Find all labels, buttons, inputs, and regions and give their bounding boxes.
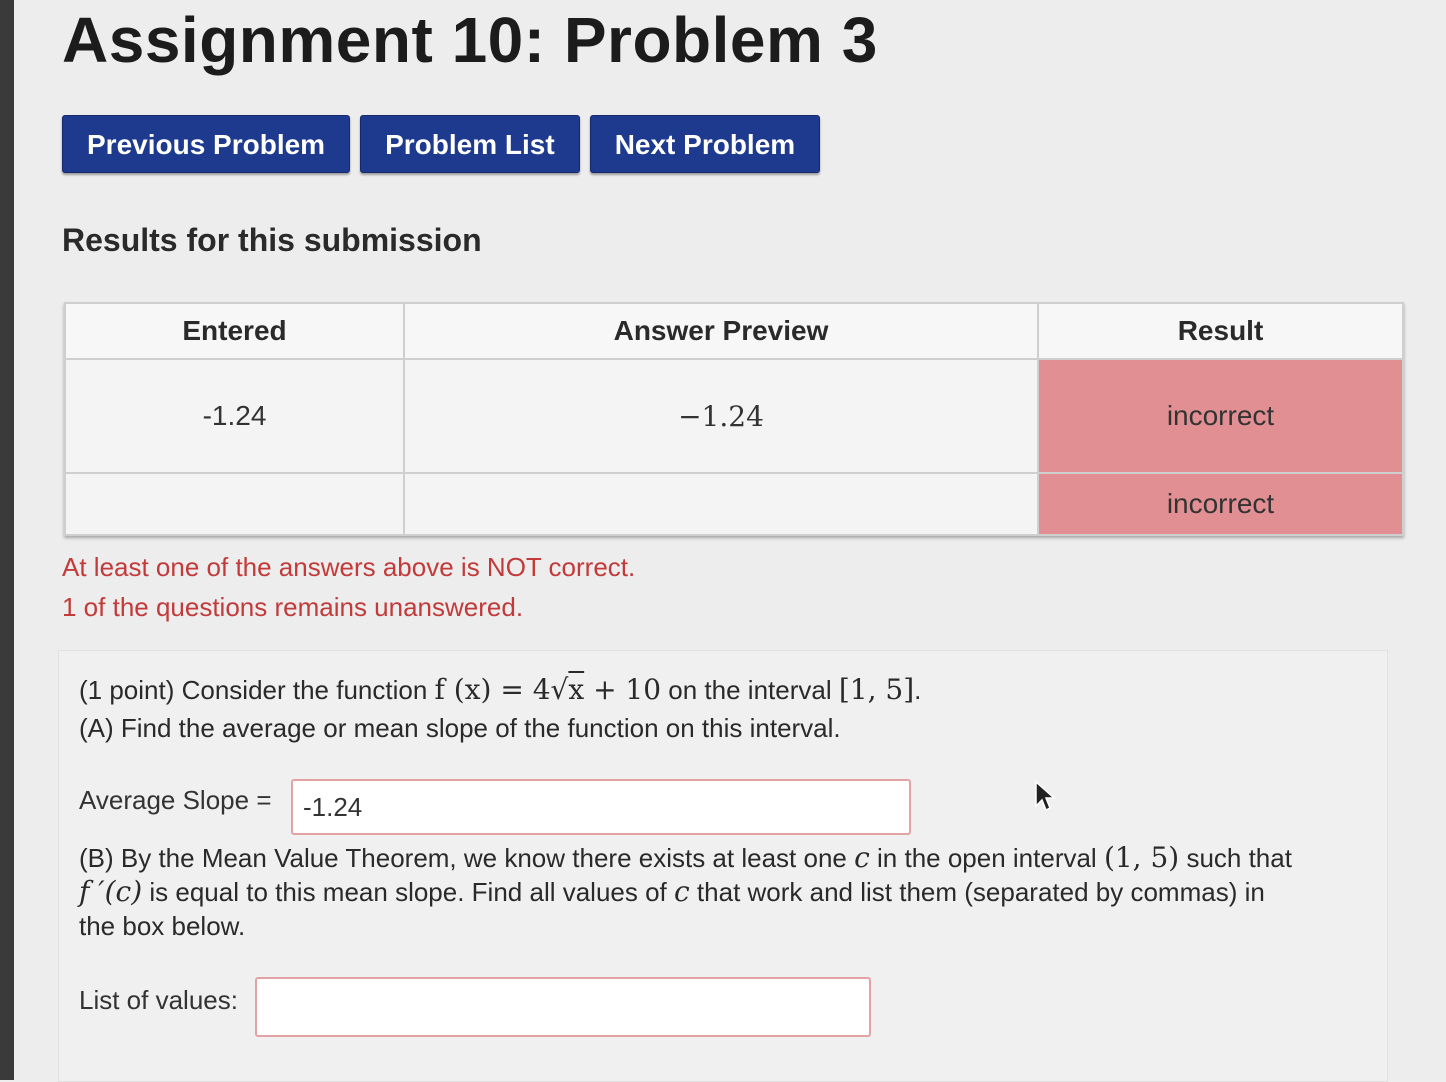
- part-b-text-5: that work and list them (separated by co…: [689, 877, 1265, 907]
- column-header-answer-preview: Answer Preview: [403, 302, 1039, 360]
- not-correct-message: At least one of the answers above is NOT…: [62, 552, 636, 582]
- page: Assignment 10: Problem 3 Previous Proble…: [14, 0, 1446, 1082]
- result-cell: incorrect: [1037, 358, 1404, 474]
- results-header-row: Entered Answer Preview Result: [64, 302, 1404, 360]
- part-b-text-4: is equal to this mean slope. Find all va…: [142, 877, 675, 907]
- part-a-text: (A) Find the average or mean slope of th…: [79, 713, 841, 743]
- part-b-text-1: (B) By the Mean Value Theorem, we know t…: [79, 843, 855, 873]
- screen-edge: [0, 0, 14, 1080]
- problem-intro-end: .: [914, 675, 922, 705]
- part-b-text-3: such that: [1179, 843, 1292, 873]
- problem-nav: Previous Problem Problem List Next Probl…: [62, 115, 821, 173]
- part-b-text-6: the box below.: [79, 911, 246, 941]
- answer-preview-cell: [403, 472, 1039, 536]
- problem-intro-mid: on the interval: [661, 675, 839, 705]
- table-row: incorrect: [64, 472, 1404, 536]
- function-rhs: + 10: [584, 673, 662, 706]
- part-b-c: c: [674, 875, 690, 908]
- column-header-entered: Entered: [64, 302, 405, 360]
- part-b-text: (B) By the Mean Value Theorem, we know t…: [79, 841, 1369, 943]
- function-radicand: x: [568, 673, 585, 706]
- entered-cell: -1.24: [64, 358, 405, 474]
- function-lhs: f (x) = 4: [434, 673, 551, 706]
- answer-preview-cell: −1.24: [403, 358, 1039, 474]
- page-title: Assignment 10: Problem 3: [62, 4, 878, 76]
- interval: [1, 5]: [838, 673, 915, 706]
- problem-panel: (1 point) Consider the function f (x) = …: [58, 650, 1388, 1082]
- previous-problem-button[interactable]: Previous Problem: [62, 115, 351, 173]
- results-table: Entered Answer Preview Result -1.24 −1.2…: [64, 302, 1404, 536]
- entered-cell: [64, 472, 405, 536]
- average-slope-input[interactable]: [291, 779, 911, 835]
- result-cell: incorrect: [1037, 472, 1404, 536]
- part-b-interval: (1, 5): [1103, 841, 1180, 874]
- results-heading: Results for this submission: [62, 222, 482, 258]
- next-problem-button[interactable]: Next Problem: [589, 115, 821, 173]
- table-row: -1.24 −1.24 incorrect: [64, 358, 1404, 474]
- list-of-values-label: List of values:: [79, 985, 238, 1015]
- part-b-c: c: [854, 841, 870, 874]
- problem-intro: (1 point) Consider the function f (x) = …: [79, 673, 921, 707]
- column-header-result: Result: [1037, 302, 1404, 360]
- part-b-text-2: in the open interval: [869, 843, 1104, 873]
- f-prime-c: f ′(c): [79, 875, 143, 908]
- problem-list-button[interactable]: Problem List: [360, 115, 580, 173]
- average-slope-label: Average Slope =: [79, 785, 272, 815]
- unanswered-message: 1 of the questions remains unanswered.: [62, 592, 524, 622]
- sqrt-symbol: √: [550, 673, 569, 706]
- list-of-values-input[interactable]: [255, 977, 871, 1037]
- problem-intro-prefix: (1 point) Consider the function: [79, 675, 435, 705]
